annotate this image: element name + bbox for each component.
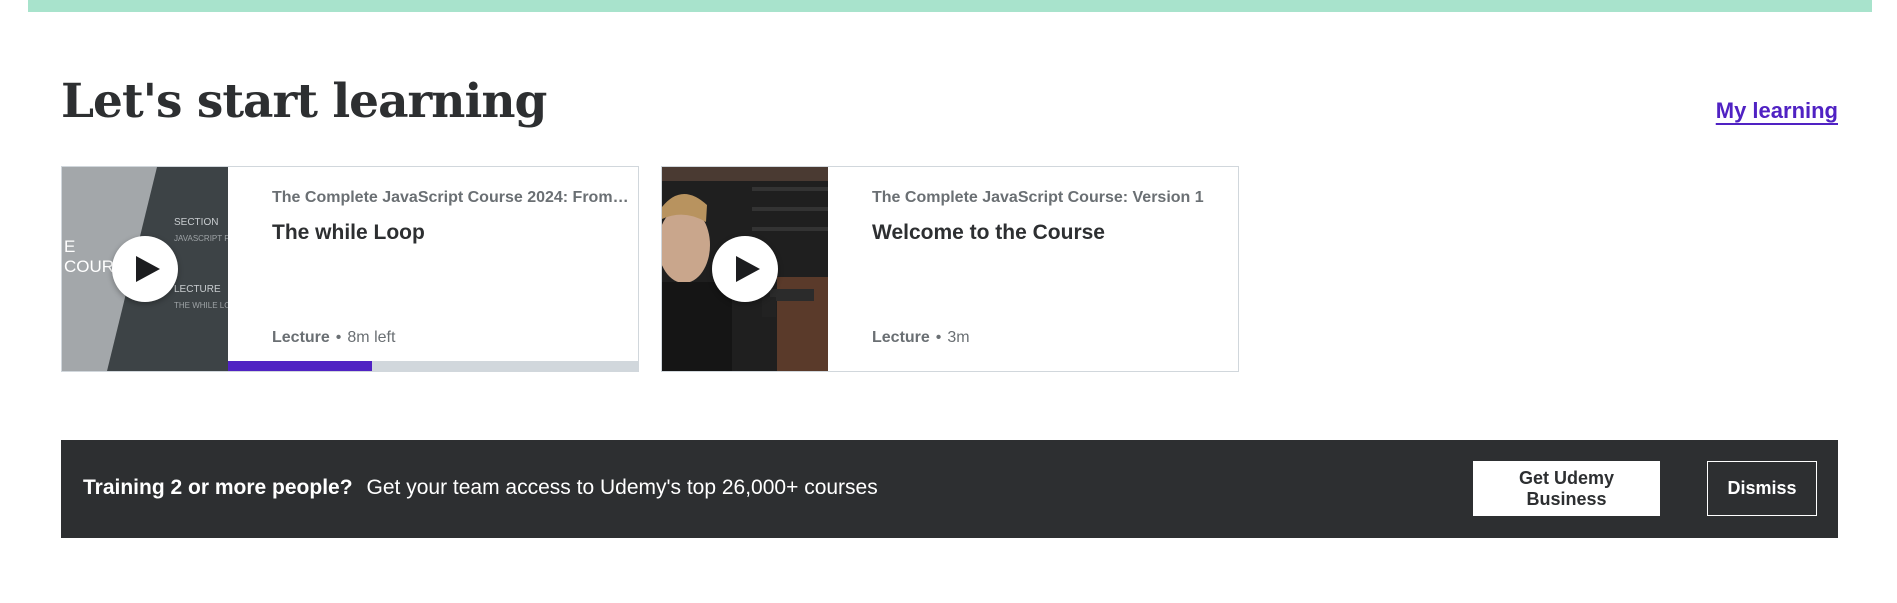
play-button[interactable] [712, 236, 778, 302]
card-body: The Complete JavaScript Course: Version … [850, 167, 1238, 371]
get-udemy-business-button[interactable]: Get Udemy Business [1473, 461, 1660, 516]
card-body: The Complete JavaScript Course 2024: Fro… [250, 167, 638, 371]
lecture-thumbnail [662, 167, 828, 371]
business-banner: Training 2 or more people? Get your team … [61, 440, 1838, 538]
section-title: Let's start learning [61, 74, 547, 129]
course-name: The Complete JavaScript Course 2024: Fro… [272, 189, 632, 206]
play-icon [736, 256, 760, 282]
course-card[interactable]: The Complete JavaScript Course: Version … [661, 166, 1239, 372]
top-accent-bar [28, 0, 1872, 12]
play-icon [136, 256, 160, 282]
progress-bar [228, 361, 638, 371]
banner-text: Training 2 or more people? Get your team … [83, 476, 878, 500]
thumb-course-fragment-1: E [64, 237, 75, 256]
course-card[interactable]: SECTION JAVASCRIPT FU LECTURE THE WHILE … [61, 166, 639, 372]
banner-description: Get your team access to Udemy's top 26,0… [366, 476, 878, 499]
lecture-title: Welcome to the Course [872, 221, 1105, 244]
thumb-section-label: SECTION [174, 217, 218, 228]
lecture-meta: Lecture • 3m [872, 329, 970, 347]
play-button[interactable] [112, 236, 178, 302]
lecture-duration: 3m [947, 329, 970, 346]
lecture-kind: Lecture [272, 329, 330, 346]
my-learning-link[interactable]: My learning [1716, 98, 1838, 124]
course-name: The Complete JavaScript Course: Version … [872, 189, 1204, 206]
separator-dot: • [935, 329, 942, 346]
thumb-section-name: JAVASCRIPT FU [174, 234, 228, 243]
separator-dot: • [335, 329, 342, 346]
lecture-meta: Lecture • 8m left [272, 329, 395, 347]
lecture-kind: Lecture [872, 329, 930, 346]
dismiss-button[interactable]: Dismiss [1707, 461, 1817, 516]
lecture-title: The while Loop [272, 221, 425, 244]
thumb-lecture-name: THE WHILE LOO [174, 301, 228, 310]
lecture-thumbnail: SECTION JAVASCRIPT FU LECTURE THE WHILE … [62, 167, 228, 371]
banner-headline: Training 2 or more people? [83, 476, 353, 499]
lecture-duration: 8m left [347, 329, 396, 346]
thumb-lecture-label: LECTURE [174, 284, 221, 295]
progress-fill [228, 361, 372, 371]
